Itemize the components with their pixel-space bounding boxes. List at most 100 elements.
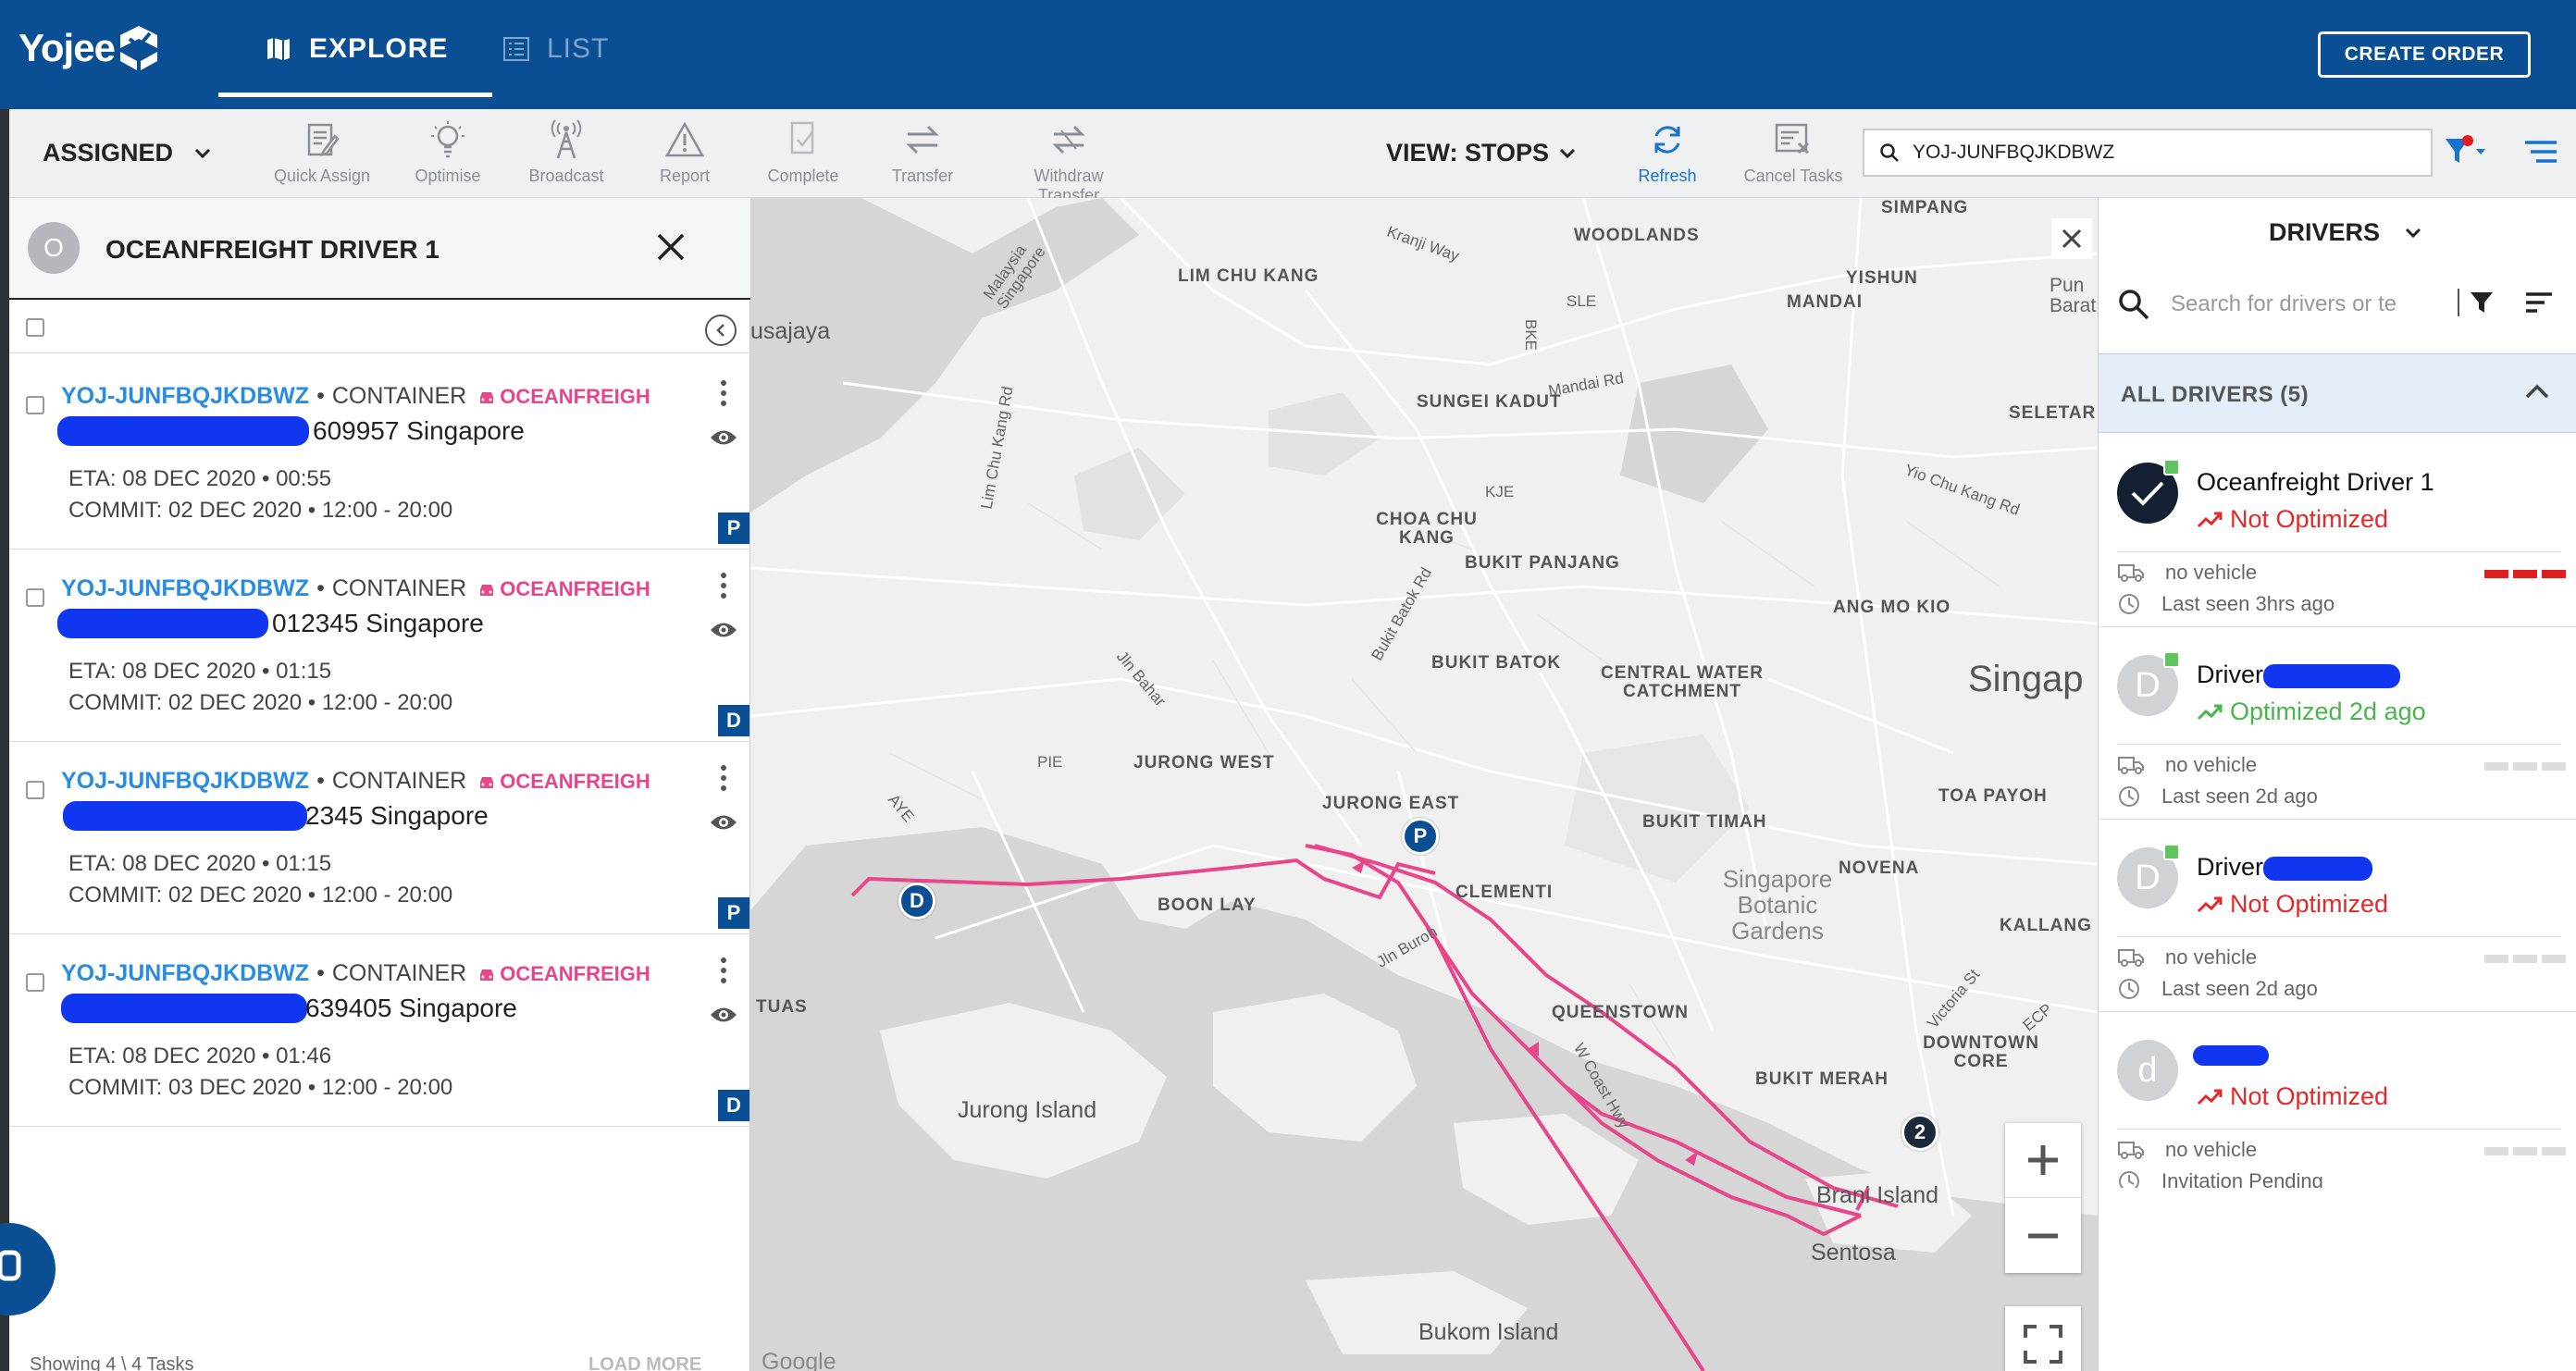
road-label: SLE: [1567, 292, 1597, 310]
drivers-dropdown[interactable]: DRIVERS: [2269, 218, 2422, 247]
cancel-tasks-button[interactable]: Cancel Tasks: [1728, 118, 1858, 186]
map-label-island: Bukom Island: [1418, 1319, 1559, 1345]
driver-list-item[interactable]: D Driver Not Optimized no vehicle Last s…: [2099, 820, 2576, 1012]
select-all-checkbox[interactable]: [26, 318, 44, 337]
trend-icon: [2197, 704, 2223, 721]
driver-list-item[interactable]: Oceanfreight Driver 1 Not Optimized no v…: [2099, 435, 2576, 627]
car-icon: [480, 585, 494, 596]
route-progress-bars: [2484, 955, 2566, 963]
map-view[interactable]: SIMPANG WOODLANDS YISHUN MANDAI LIM CHU …: [750, 198, 2098, 1371]
task-row[interactable]: YOJ-JUNFBQJKDBWZ • CONTAINER OCEANFREIGH 63…: [9, 934, 750, 1127]
more-vertical-icon: [721, 765, 726, 791]
close-map-overlay-button[interactable]: [2051, 218, 2092, 259]
filter-icon[interactable]: [2469, 290, 2495, 315]
view-task-button[interactable]: [709, 620, 738, 645]
withdraw-transfer-icon: [1052, 125, 1085, 154]
task-checkbox[interactable]: [26, 973, 44, 992]
logo-mark-icon: [119, 26, 157, 70]
task-row[interactable]: YOJ-JUNFBQJKDBWZ • CONTAINER OCEANFREIGH 23…: [9, 742, 750, 934]
map-label: SELETAR: [2009, 403, 2097, 423]
task-menu-button[interactable]: [720, 379, 727, 412]
car-icon: [480, 970, 494, 981]
chevron-down-icon: [2405, 228, 2421, 238]
more-vertical-icon: [721, 573, 726, 599]
view-task-button[interactable]: [709, 427, 738, 452]
assignment-status-label: ASSIGNED: [43, 139, 174, 167]
task-menu-button[interactable]: [720, 572, 727, 604]
task-menu-button[interactable]: [720, 764, 727, 797]
task-code[interactable]: YOJ-JUNFBQJKDBWZ: [61, 768, 309, 794]
withdraw-transfer-button[interactable]: Withdraw Transfer: [1004, 118, 1133, 205]
close-driver-panel-button[interactable]: [655, 231, 687, 267]
driver-panel-title: OCEANFREIGHT DRIVER 1: [105, 235, 440, 264]
task-checkbox[interactable]: [26, 781, 44, 799]
truck-icon: [2118, 949, 2144, 967]
zoom-out-button[interactable]: [2005, 1198, 2081, 1273]
truck-icon: [2118, 757, 2144, 774]
yojee-logo[interactable]: Yojee: [19, 24, 159, 72]
map-label: JURONG WEST: [1133, 753, 1275, 772]
load-more-button[interactable]: LOAD MORE: [588, 1354, 701, 1371]
map-label: MANDAI: [1787, 292, 1863, 312]
optimise-button[interactable]: Optimise: [383, 118, 513, 186]
redacted-address-block: [63, 801, 307, 831]
car-icon: [480, 777, 494, 788]
map-label: BUKIT MERAH: [1755, 1069, 1889, 1089]
redacted-address-block: [57, 416, 309, 446]
driver-search-input[interactable]: Search for drivers or te: [2171, 291, 2411, 317]
search-icon: [1880, 143, 1899, 162]
driver-name: Driver: [2197, 661, 2263, 688]
broadcast-icon: [551, 119, 582, 159]
task-search-input[interactable]: YOJ-JUNFBQJKDBWZ: [1863, 129, 2433, 177]
warning-icon: [664, 121, 705, 157]
task-code[interactable]: YOJ-JUNFBQJKDBWZ: [61, 960, 309, 986]
sort-button[interactable]: [2523, 139, 2558, 169]
cancel-tasks-icon: [1775, 123, 1810, 154]
task-checkbox[interactable]: [26, 396, 44, 414]
collapse-panel-button[interactable]: [705, 315, 737, 346]
task-row[interactable]: YOJ-JUNFBQJKDBWZ • CONTAINER OCEANFREIGH 60…: [9, 357, 750, 550]
complete-button[interactable]: Complete: [738, 118, 868, 186]
sort-icon[interactable]: [2524, 291, 2554, 314]
create-order-button[interactable]: CREATE ORDER: [2318, 31, 2531, 78]
map-label: CENTRAL WATER CATCHMENT: [1601, 663, 1764, 701]
broadcast-button[interactable]: Broadcast: [502, 118, 631, 186]
driver-search-field: Search for drivers or te: [2117, 281, 2561, 327]
transfer-button[interactable]: Transfer: [858, 118, 987, 186]
transfer-label: Transfer: [891, 167, 954, 185]
trend-icon: [2197, 512, 2223, 528]
map-label: KALLANG: [2000, 916, 2092, 935]
map-stop-marker[interactable]: D: [898, 883, 935, 920]
map-cluster-marker[interactable]: 2: [1901, 1114, 1938, 1151]
task-menu-button[interactable]: [720, 957, 727, 989]
map-label-town: usajaya: [750, 318, 831, 344]
filter-button[interactable]: [2443, 135, 2489, 173]
eye-icon: [711, 1007, 737, 1022]
refresh-button[interactable]: Refresh: [1603, 118, 1732, 186]
driver-list-item[interactable]: d Not Optimized no vehicle Invitation Pe…: [2099, 1012, 2576, 1188]
driver-last-seen: Last seen 2d ago: [2117, 784, 2318, 809]
task-code[interactable]: YOJ-JUNFBQJKDBWZ: [61, 383, 309, 409]
tab-explore[interactable]: EXPLORE: [265, 0, 448, 98]
driver-list-item[interactable]: D Driver Optimized 2d ago no vehicle Las…: [2099, 627, 2576, 820]
complete-icon: [790, 121, 814, 154]
map-stop-marker[interactable]: P: [1402, 818, 1439, 855]
task-search-value: YOJ-JUNFBQJKDBWZ: [1913, 142, 2115, 163]
quick-assign-button[interactable]: Quick Assign: [257, 118, 387, 186]
fullscreen-button[interactable]: [2005, 1306, 2081, 1371]
view-task-button[interactable]: [709, 812, 738, 837]
view-task-button[interactable]: [709, 1005, 738, 1030]
road-label: KJE: [1485, 483, 1515, 500]
assignment-status-select[interactable]: ASSIGNED: [43, 139, 212, 167]
task-checkbox[interactable]: [26, 588, 44, 607]
task-row[interactable]: YOJ-JUNFBQJKDBWZ • CONTAINER OCEANFREIGH 01…: [9, 550, 750, 742]
view-mode-select[interactable]: VIEW: STOPS: [1386, 139, 1577, 167]
close-icon: [2062, 228, 2082, 249]
all-drivers-group-header[interactable]: ALL DRIVERS (5): [2099, 353, 2576, 433]
report-button[interactable]: Report: [620, 118, 749, 186]
task-type: CONTAINER: [331, 768, 467, 794]
task-code[interactable]: YOJ-JUNFBQJKDBWZ: [61, 575, 309, 601]
top-header: Yojee EXPLORE LIST CREATE ORDER: [0, 0, 2576, 109]
zoom-in-button[interactable]: [2005, 1123, 2081, 1198]
tab-list[interactable]: LIST: [502, 0, 609, 98]
